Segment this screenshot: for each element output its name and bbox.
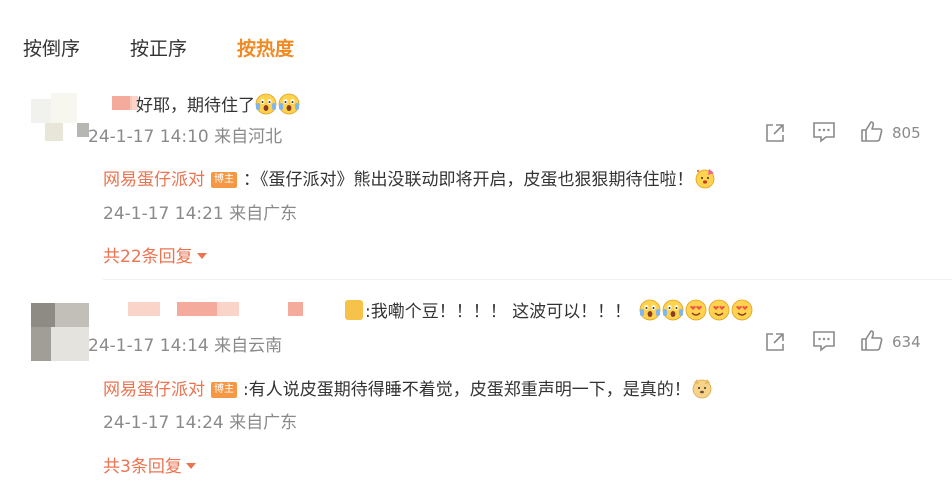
username-mosaic[interactable]	[128, 302, 160, 316]
comment-timestamp: 24-1-17 14:10 来自河北	[88, 127, 283, 147]
heart-eyes-emoji-icon	[708, 299, 730, 321]
comment-timestamp: 24-1-17 14:14 来自云南	[88, 336, 283, 356]
caret-down-icon	[185, 463, 196, 469]
divider	[103, 279, 952, 280]
like-icon[interactable]	[860, 120, 884, 144]
comment-icon[interactable]	[812, 330, 836, 352]
heart-eyes-emoji-icon	[685, 299, 707, 321]
scream-emoji-icon	[278, 93, 300, 115]
caret-down-icon	[196, 253, 207, 259]
reply-author-link[interactable]: 网易蛋仔派对	[103, 170, 205, 190]
username-mosaic[interactable]	[112, 96, 132, 110]
reply-line: 网易蛋仔派对 博主 :有人说皮蛋期待得睡不着觉，皮蛋郑重声明一下，是真的！	[103, 375, 714, 400]
comment-icon[interactable]	[812, 121, 836, 143]
comment-text-content: 好耶，期待住了	[136, 96, 255, 116]
doge-emoji-icon	[691, 377, 713, 399]
more-replies-link[interactable]: 共22条回复	[103, 242, 207, 267]
scream-emoji-icon	[639, 299, 661, 321]
scream-emoji-icon	[255, 93, 277, 115]
avatar[interactable]	[31, 93, 89, 151]
share-icon[interactable]	[764, 122, 786, 144]
sort-tab-forward[interactable]: 按正序	[130, 34, 187, 61]
reply-timestamp: 24-1-17 14:21 来自广东	[103, 204, 298, 224]
reply-author-link[interactable]: 网易蛋仔派对	[103, 380, 205, 400]
comment-text: 好耶，期待住了	[136, 91, 301, 116]
heart-eyes-emoji-icon	[731, 299, 753, 321]
username-mosaic	[288, 302, 303, 316]
share-icon[interactable]	[764, 331, 786, 353]
more-replies-link[interactable]: 共3条回复	[103, 452, 196, 477]
like-count: 805	[892, 124, 921, 142]
sort-tab-hot[interactable]: 按热度	[237, 34, 294, 61]
username-mosaic	[217, 302, 239, 316]
party-emoji-icon	[694, 167, 716, 189]
like-count: 634	[892, 333, 921, 351]
scream-emoji-icon	[662, 299, 684, 321]
reply-timestamp: 24-1-17 14:24 来自广东	[103, 413, 298, 433]
more-replies-label: 共3条回复	[103, 457, 182, 477]
username-mosaic	[177, 302, 217, 316]
reply-line: 网易蛋仔派对 博主 ：《蛋仔派对》熊出没联动即将开启，皮蛋也狠狠期待住啦！	[103, 165, 717, 190]
author-badge: 博主	[211, 172, 237, 188]
more-replies-label: 共22条回复	[103, 247, 193, 267]
author-badge: 博主	[211, 382, 237, 398]
custom-emoji-icon	[345, 300, 363, 320]
like-icon[interactable]	[860, 329, 884, 353]
comment-text-content: :我嘞个豆！！！！ 这波可以！！！	[365, 302, 632, 322]
reply-text: :有人说皮蛋期待得睡不着觉，皮蛋郑重声明一下，是真的！	[243, 380, 691, 400]
avatar[interactable]	[31, 303, 89, 361]
sort-tab-reverse[interactable]: 按倒序	[23, 34, 80, 61]
reply-text: ：《蛋仔派对》熊出没联动即将开启，皮蛋也狠狠期待住啦！	[243, 170, 694, 190]
comment-text: :我嘞个豆！！！！ 这波可以！！！	[345, 297, 754, 322]
